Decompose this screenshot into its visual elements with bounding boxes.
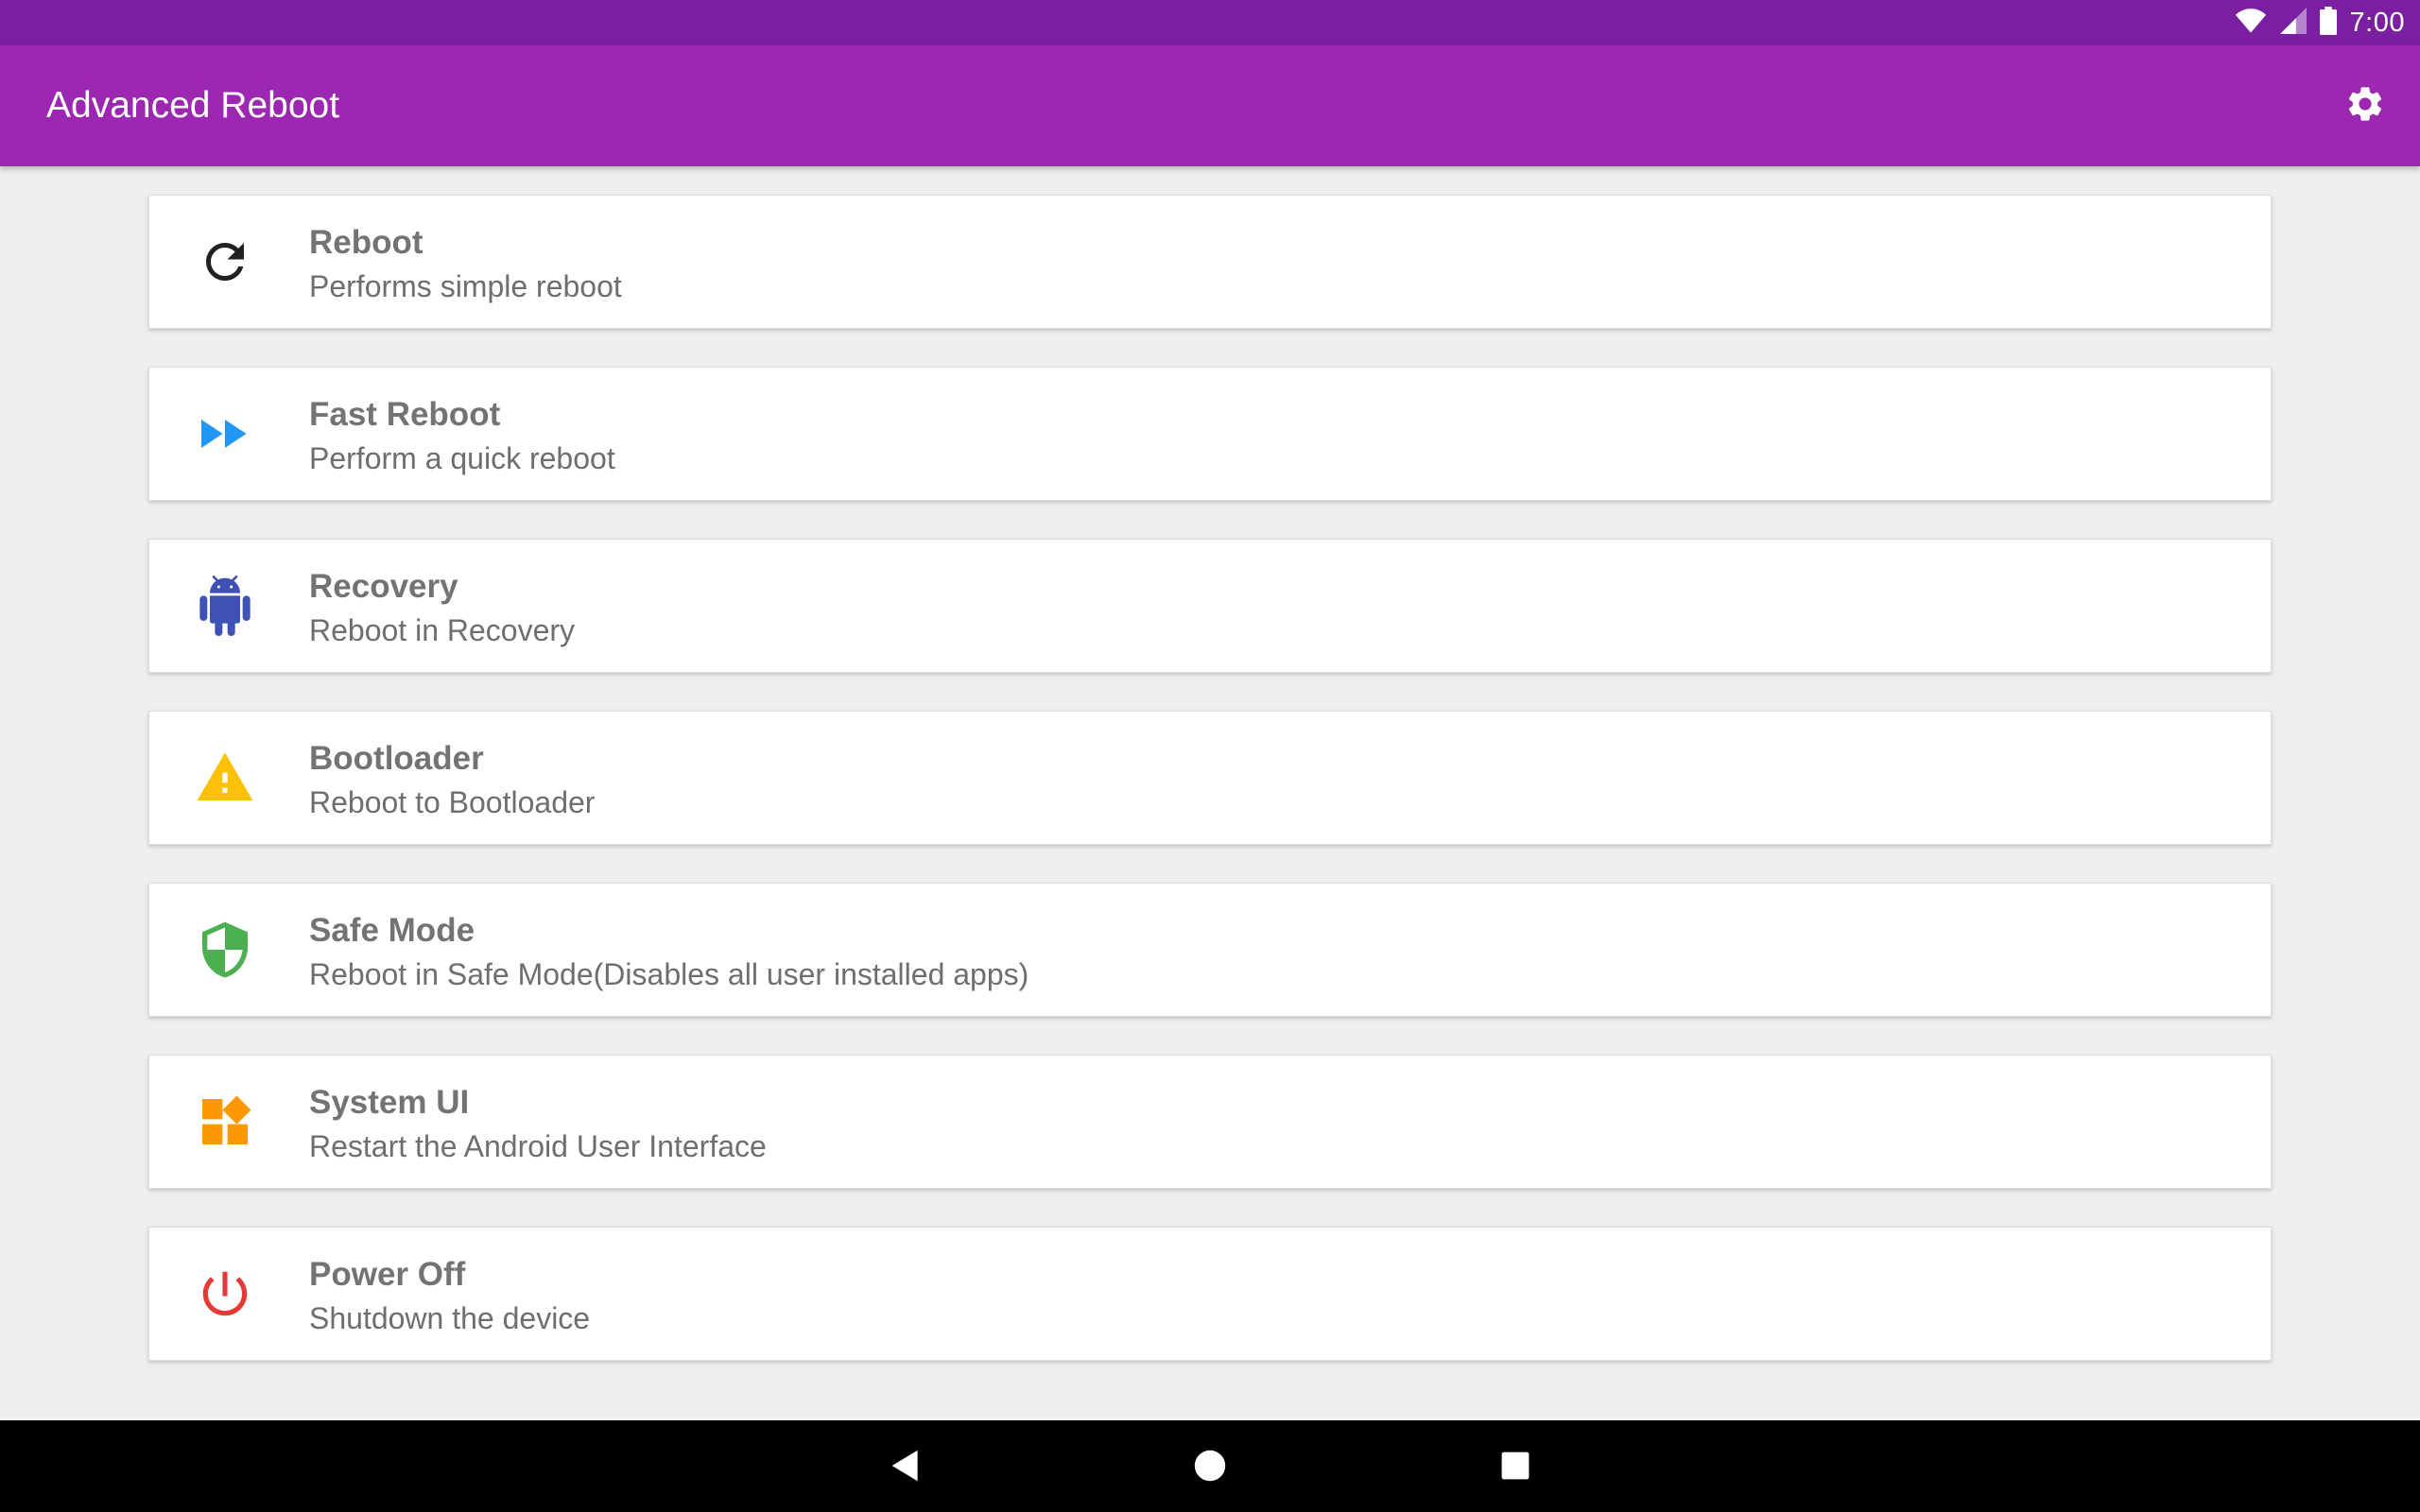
option-subtitle: Reboot in Recovery [309,613,576,647]
power-icon [195,1263,255,1324]
widgets-icon [195,1091,255,1152]
wifi-icon [2235,8,2267,39]
option-subtitle: Perform a quick reboot [309,441,615,475]
status-time: 7:00 [2349,8,2405,38]
option-title: System UI [309,1084,470,1121]
option-subtitle: Performs simple reboot [309,269,622,303]
option-subtitle: Reboot to Bootloader [309,785,596,819]
option-subtitle: Reboot in Safe Mode(Disables all user in… [309,957,1029,991]
option-subtitle: Restart the Android User Interface [309,1129,767,1163]
status-bar: 7:00 [0,0,2420,45]
option-bootloader[interactable]: Bootloader Reboot to Bootloader [148,711,2272,845]
app-bar: Advanced Reboot [0,45,2420,166]
settings-button[interactable] [2337,77,2394,134]
option-title: Bootloader [309,740,484,777]
home-button[interactable] [1182,1439,1238,1496]
android-icon [195,576,255,636]
warning-icon [195,747,255,808]
option-title: Power Off [309,1256,466,1293]
fast-forward-icon [195,404,255,464]
option-fast-reboot[interactable]: Fast Reboot Perform a quick reboot [148,367,2272,501]
option-safe-mode[interactable]: Safe Mode Reboot in Safe Mode(Disables a… [148,883,2272,1017]
option-title: Safe Mode [309,912,475,949]
gear-icon [2344,83,2386,129]
option-subtitle: Shutdown the device [309,1301,591,1335]
option-system-ui[interactable]: System UI Restart the Android User Inter… [148,1055,2272,1189]
recents-icon [1500,1451,1530,1486]
app-title: Advanced Reboot [46,85,340,126]
shield-icon [195,919,255,980]
cell-signal-icon [2279,7,2307,39]
option-power-off[interactable]: Power Off Shutdown the device [148,1227,2272,1361]
back-button[interactable] [877,1439,934,1496]
reboot-options-list: Reboot Performs simple reboot Fast Reboo… [148,195,2272,1399]
option-reboot[interactable]: Reboot Performs simple reboot [148,195,2272,329]
status-icons: 7:00 [2235,0,2405,45]
back-icon [889,1449,923,1487]
option-title: Fast Reboot [309,396,501,433]
option-recovery[interactable]: Recovery Reboot in Recovery [148,539,2272,673]
home-icon [1193,1449,1227,1487]
navigation-bar [0,1420,2420,1512]
recents-button[interactable] [1487,1439,1544,1496]
refresh-icon [195,232,255,292]
battery-icon [2319,6,2337,40]
option-title: Recovery [309,568,458,605]
option-title: Reboot [309,224,424,261]
